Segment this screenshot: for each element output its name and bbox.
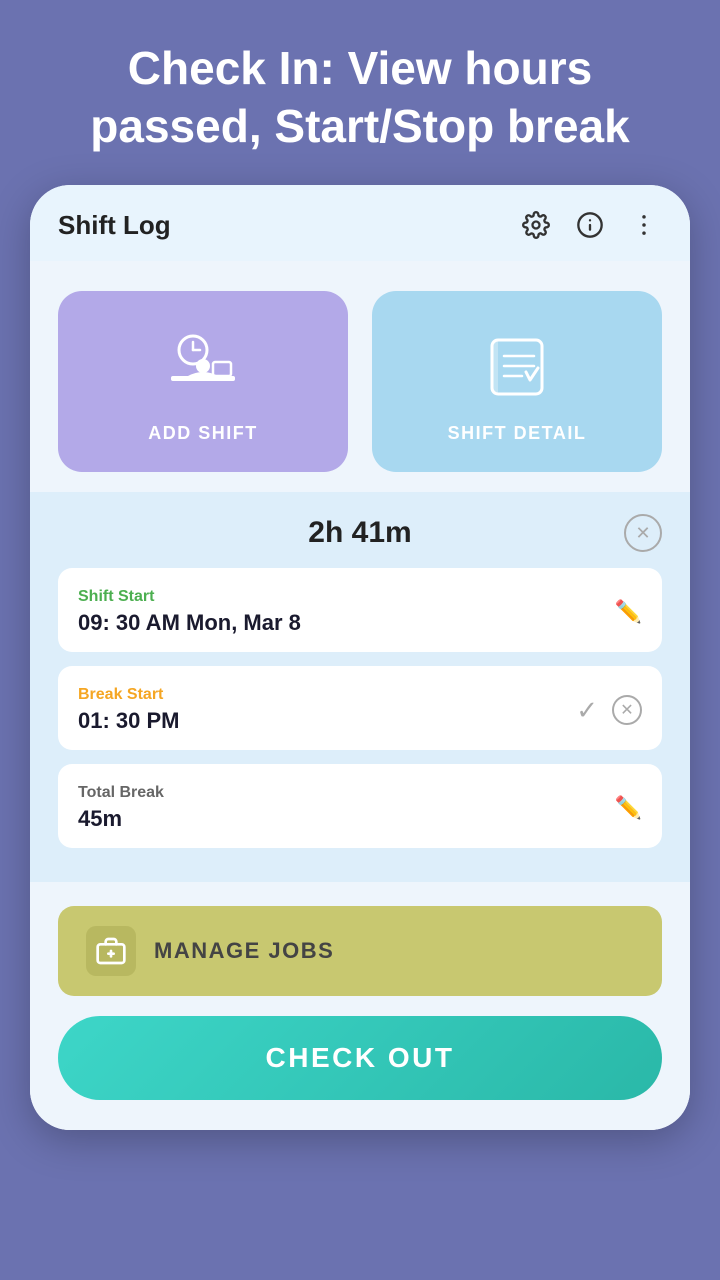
- shift-start-row: Shift Start 09: 30 AM Mon, Mar 8 ✏️: [58, 568, 662, 652]
- break-start-cancel-icon[interactable]: ✕: [612, 695, 642, 725]
- manage-jobs-button[interactable]: MANAGE JOBS: [58, 906, 662, 996]
- total-break-content: Total Break 45m: [78, 784, 164, 832]
- shift-start-content: Shift Start 09: 30 AM Mon, Mar 8: [78, 588, 301, 636]
- break-start-confirm-icon[interactable]: ✓: [576, 695, 598, 726]
- shift-detail-icon: [477, 327, 557, 407]
- break-start-value: 01: 30 PM: [78, 708, 180, 734]
- add-shift-card[interactable]: ADD SHIFT: [58, 291, 348, 472]
- break-start-actions: ✓ ✕: [576, 695, 642, 726]
- app-bar-title: Shift Log: [58, 210, 171, 241]
- total-break-actions: ✏️: [615, 795, 642, 821]
- manage-jobs-icon: [86, 926, 136, 976]
- add-shift-label: ADD SHIFT: [148, 423, 258, 444]
- total-break-label: Total Break: [78, 784, 164, 802]
- shift-start-label: Shift Start: [78, 588, 301, 606]
- shift-detail-label: SHIFT DETAIL: [448, 423, 587, 444]
- manage-jobs-label: MANAGE JOBS: [154, 938, 334, 964]
- bottom-area: MANAGE JOBS CHECK OUT: [30, 882, 690, 1130]
- page-title: Check In: View hours passed, Start/Stop …: [60, 40, 660, 155]
- total-break-value: 45m: [78, 806, 164, 832]
- checkout-label: CHECK OUT: [266, 1042, 455, 1073]
- shift-start-value: 09: 30 AM Mon, Mar 8: [78, 610, 301, 636]
- app-bar-icons: [518, 207, 662, 243]
- phone-frame: Shift Log: [30, 185, 690, 1130]
- shift-start-edit-icon[interactable]: ✏️: [615, 599, 642, 625]
- shift-start-actions: ✏️: [615, 599, 642, 625]
- shift-panel: 2h 41m ✕ Shift Start 09: 30 AM Mon, Mar …: [30, 492, 690, 882]
- break-start-content: Break Start 01: 30 PM: [78, 686, 180, 734]
- settings-icon[interactable]: [518, 207, 554, 243]
- shift-duration: 2h 41m: [308, 516, 411, 550]
- more-menu-icon[interactable]: [626, 207, 662, 243]
- app-bar: Shift Log: [30, 185, 690, 261]
- shift-detail-card[interactable]: SHIFT DETAIL: [372, 291, 662, 472]
- close-panel-button[interactable]: ✕: [624, 514, 662, 552]
- page-header: Check In: View hours passed, Start/Stop …: [0, 0, 720, 185]
- checkout-button[interactable]: CHECK OUT: [58, 1016, 662, 1100]
- cards-area: ADD SHIFT SHIFT DETAIL: [30, 261, 690, 492]
- break-start-label: Break Start: [78, 686, 180, 704]
- shift-panel-header: 2h 41m ✕: [58, 516, 662, 550]
- total-break-row: Total Break 45m ✏️: [58, 764, 662, 848]
- info-icon[interactable]: [572, 207, 608, 243]
- break-start-row: Break Start 01: 30 PM ✓ ✕: [58, 666, 662, 750]
- total-break-edit-icon[interactable]: ✏️: [615, 795, 642, 821]
- add-shift-icon: [163, 327, 243, 407]
